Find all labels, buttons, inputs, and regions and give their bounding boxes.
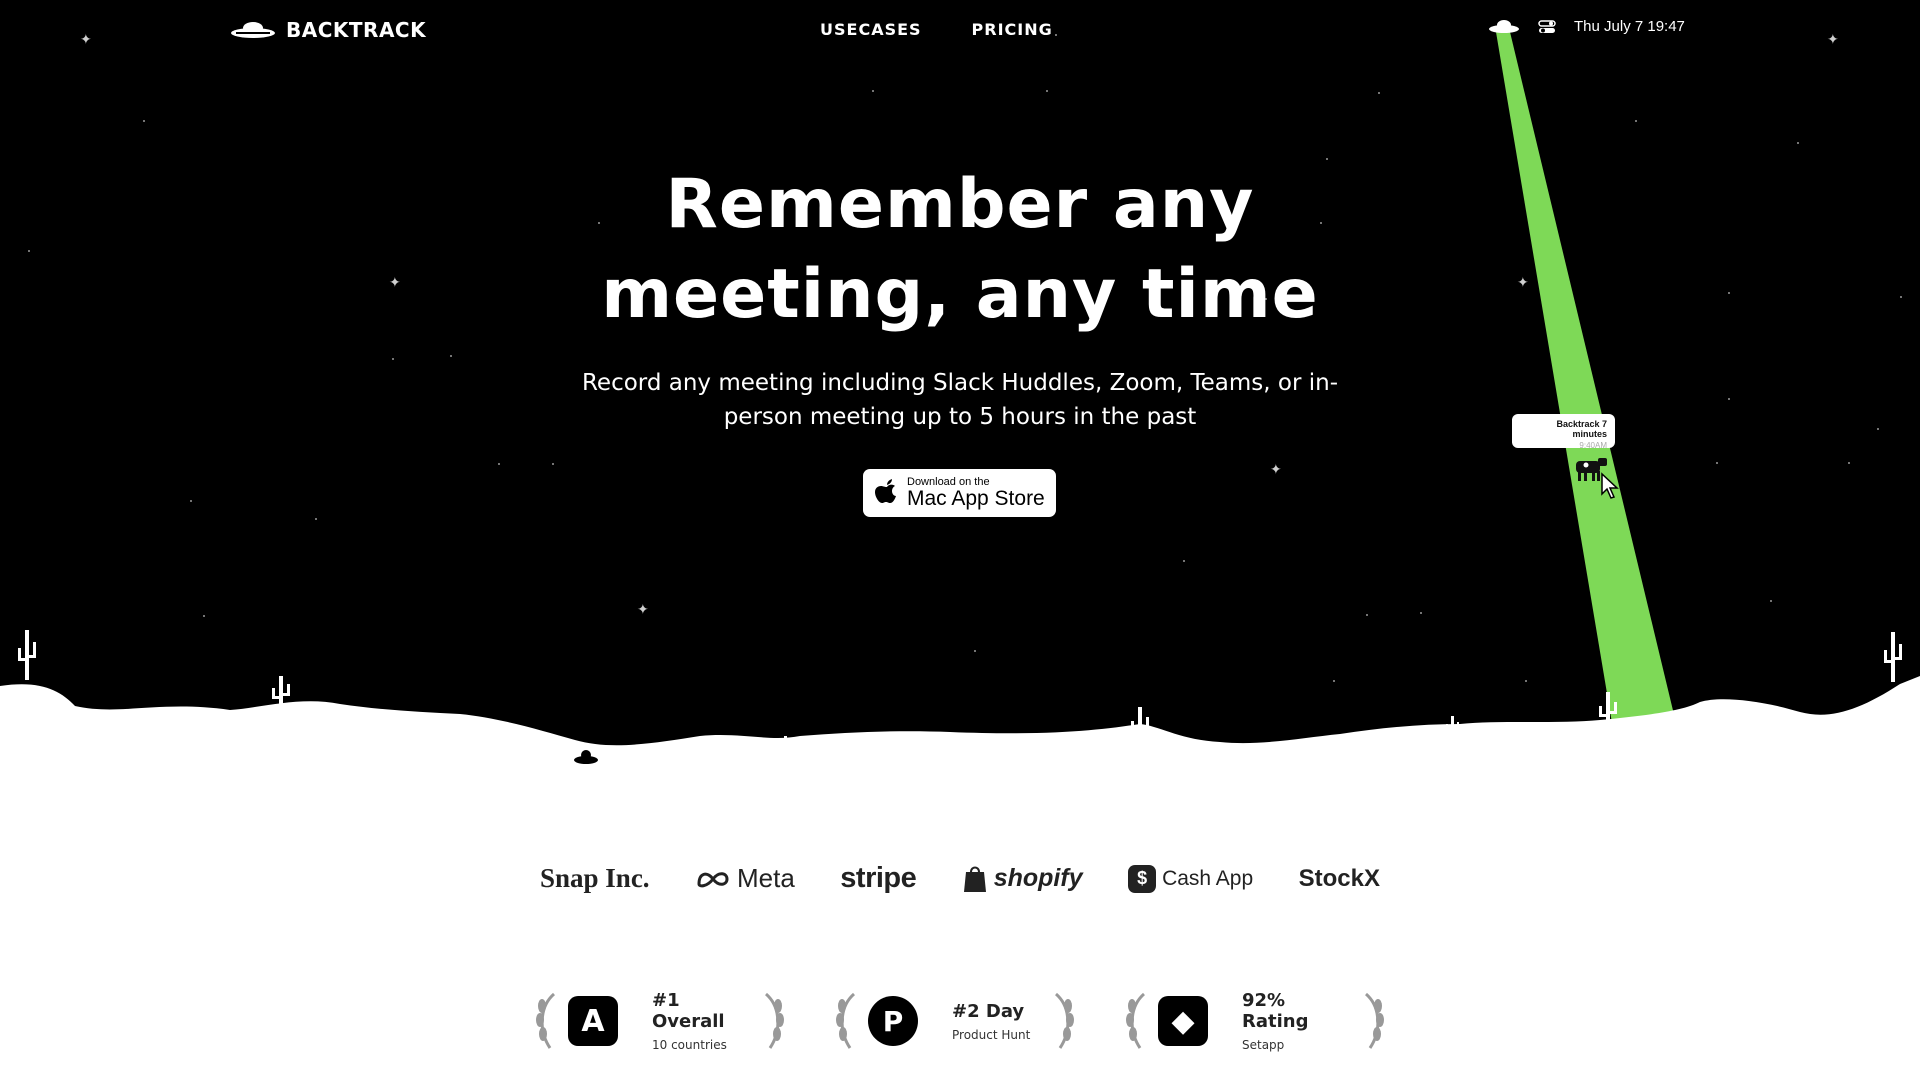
hero-subheadline: Record any meeting including Slack Huddl… bbox=[545, 366, 1375, 434]
headline-line: Remember any bbox=[665, 165, 1255, 244]
hero-headline: Remember any meeting, any time bbox=[460, 160, 1460, 340]
subline-line: person meeting up to 5 hours in the past bbox=[723, 404, 1197, 430]
hero-section: ✦ ✦ ✦ ✦ ✦ ✦ BACKTRACK USECASES PRICING T… bbox=[0, 0, 1920, 780]
desert-ground bbox=[0, 676, 1920, 780]
mac-app-store-button[interactable]: Download on the Mac App Store bbox=[863, 469, 1056, 517]
awards-row: A #1 Overall 10 countries P #2 Day Produ… bbox=[530, 990, 1390, 1052]
brand-logo[interactable]: BACKTRACK bbox=[230, 18, 426, 42]
backtrack-tooltip: Backtrack 7 minutes 9:40AM bbox=[1512, 414, 1615, 450]
laurel-right-icon bbox=[1364, 992, 1384, 1049]
award-subtitle: 10 countries bbox=[652, 1038, 727, 1052]
meta-infinity-icon bbox=[697, 871, 729, 887]
logo-meta: Meta bbox=[695, 863, 795, 894]
cash-app-icon: $ bbox=[1128, 864, 1157, 893]
laurel-left-icon bbox=[536, 992, 556, 1049]
award-item: P #2 Day Product Hunt bbox=[830, 990, 1080, 1052]
laurel-right-icon bbox=[1054, 992, 1074, 1049]
apple-icon bbox=[875, 479, 896, 503]
award-item: ◆ 92% Rating Setapp bbox=[1120, 990, 1390, 1052]
app-store-icon: A bbox=[568, 996, 618, 1046]
logo-stockx: StockX bbox=[1298, 864, 1380, 892]
main-nav: USECASES PRICING bbox=[820, 20, 1053, 39]
logo-cash-app-text: Cash App bbox=[1162, 866, 1254, 890]
tooltip-time: 9:40AM bbox=[1579, 441, 1607, 450]
logo-cash-app: $ Cash App bbox=[1128, 864, 1254, 893]
logo-text: BACKTRACK bbox=[286, 18, 427, 42]
control-center-icon[interactable] bbox=[1538, 19, 1556, 35]
award-title: 92% Rating bbox=[1242, 990, 1309, 1032]
logo-shopify-text: shopify bbox=[993, 864, 1083, 892]
tooltip-title: Backtrack 7 minutes bbox=[1556, 419, 1607, 439]
menu-bar: Thu July 7 19:47 bbox=[1488, 18, 1685, 35]
headline-line: meeting, any time bbox=[601, 255, 1319, 334]
award-title: #2 Day bbox=[952, 1000, 1025, 1022]
customer-logos: Snap Inc. Meta stripe shopify $ Cash App… bbox=[540, 862, 1380, 895]
ufo-logo-icon bbox=[231, 22, 275, 38]
cursor-icon bbox=[1601, 472, 1619, 499]
product-hunt-icon: P bbox=[868, 996, 918, 1046]
nav-link-usecases[interactable]: USECASES bbox=[820, 20, 922, 39]
laurel-left-icon bbox=[1126, 992, 1146, 1049]
laurel-left-icon bbox=[836, 992, 856, 1049]
subline-line: Record any meeting including Slack Huddl… bbox=[581, 370, 1339, 396]
award-subtitle: Product Hunt bbox=[952, 1027, 1031, 1042]
award-title: #1 Overall bbox=[652, 990, 725, 1032]
award-subtitle: Setapp bbox=[1242, 1038, 1285, 1052]
award-item: A #1 Overall 10 countries bbox=[530, 990, 790, 1052]
appstore-big-label: Mac App Store bbox=[907, 487, 1045, 510]
logo-snap: Snap Inc. bbox=[540, 863, 650, 893]
logo-stripe: stripe bbox=[840, 862, 917, 894]
logo-meta-text: Meta bbox=[737, 863, 795, 893]
nav-link-pricing[interactable]: PRICING bbox=[972, 20, 1053, 39]
ufo-menu-icon[interactable] bbox=[1488, 19, 1520, 34]
shopify-bag-icon bbox=[963, 866, 986, 892]
logo-shopify: shopify bbox=[962, 864, 1083, 894]
menu-bar-clock: Thu July 7 19:47 bbox=[1574, 18, 1685, 35]
small-ufo-icon bbox=[574, 750, 598, 764]
setapp-icon: ◆ bbox=[1158, 996, 1208, 1046]
laurel-right-icon bbox=[764, 992, 784, 1049]
